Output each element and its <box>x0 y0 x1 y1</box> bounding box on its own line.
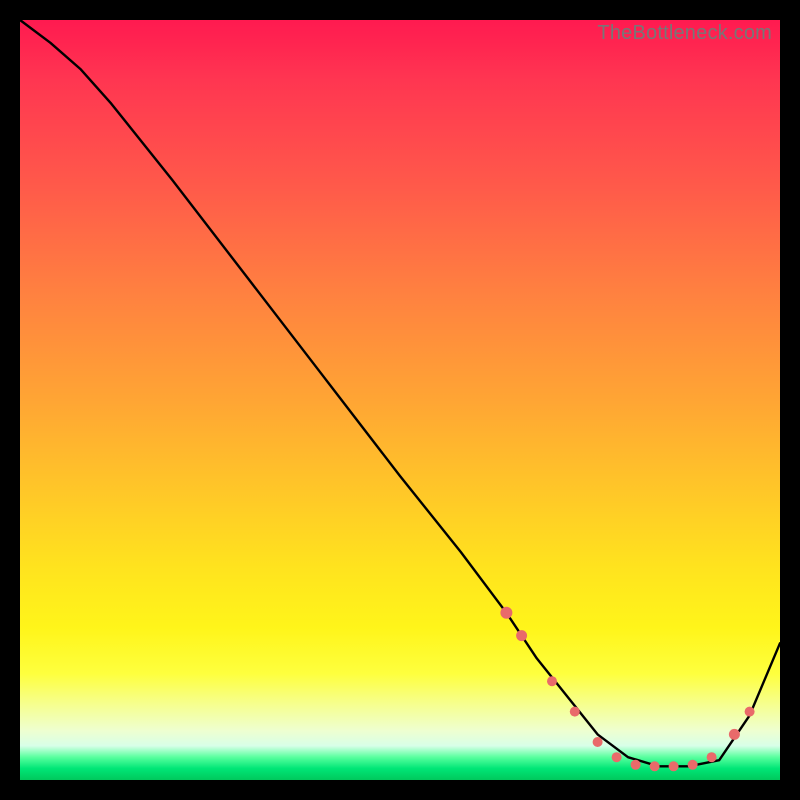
highlighted-point <box>688 760 698 770</box>
chart-frame: TheBottleneck.com <box>20 20 780 780</box>
highlighted-point <box>612 752 622 762</box>
highlighted-point <box>570 707 580 717</box>
highlighted-point <box>745 707 755 717</box>
highlighted-point <box>547 676 557 686</box>
highlighted-point <box>593 737 603 747</box>
highlighted-point <box>516 630 527 641</box>
highlighted-point <box>500 607 512 619</box>
watermark-text: TheBottleneck.com <box>597 22 772 45</box>
highlighted-point <box>729 729 740 740</box>
chart-svg <box>20 20 780 780</box>
highlighted-point <box>650 761 660 771</box>
highlighted-point <box>707 752 717 762</box>
highlighted-points-group <box>500 607 754 772</box>
highlighted-point <box>669 761 679 771</box>
bottleneck-curve-path <box>20 20 780 766</box>
highlighted-point <box>631 760 641 770</box>
